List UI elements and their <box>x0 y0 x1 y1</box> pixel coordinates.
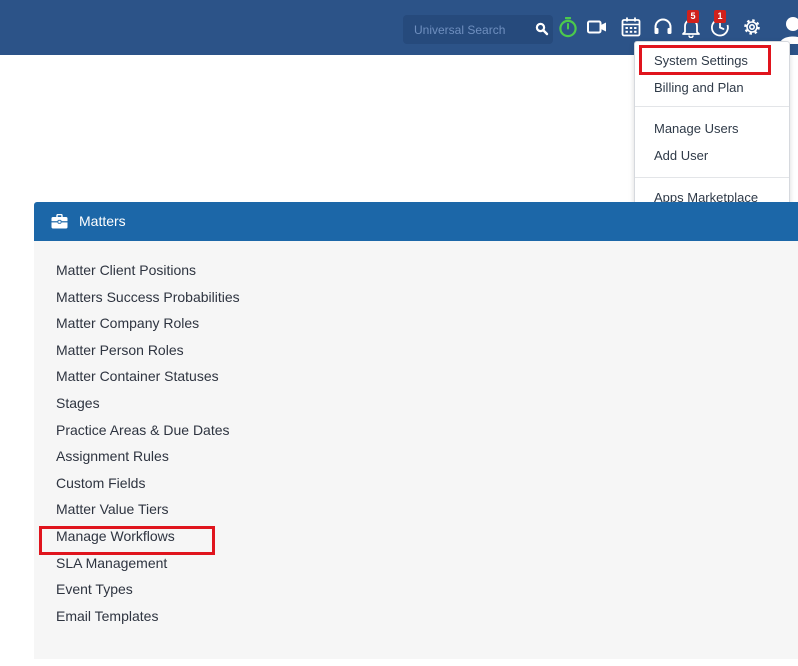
link-matter-container-statuses[interactable]: Matter Container Statuses <box>56 368 240 395</box>
universal-search <box>403 15 553 44</box>
headset-icon[interactable] <box>652 16 674 38</box>
link-stages[interactable]: Stages <box>56 395 240 422</box>
gear-icon[interactable] <box>741 16 763 38</box>
link-matter-person-roles[interactable]: Matter Person Roles <box>56 342 240 369</box>
avatar-icon[interactable] <box>779 14 798 44</box>
link-event-types[interactable]: Event Types <box>56 581 240 608</box>
matters-panel-body: Matter Client Positions Matters Success … <box>34 241 798 659</box>
timer-icon[interactable] <box>557 16 579 38</box>
link-custom-fields[interactable]: Custom Fields <box>56 475 240 502</box>
menu-item-add-user[interactable]: Add User <box>654 148 708 163</box>
menu-item-system-settings[interactable]: System Settings <box>654 53 748 68</box>
link-email-templates[interactable]: Email Templates <box>56 608 240 635</box>
link-matters-success-probabilities[interactable]: Matters Success Probabilities <box>56 289 240 316</box>
menu-item-billing-and-plan[interactable]: Billing and Plan <box>654 80 744 95</box>
search-icon[interactable] <box>535 22 549 36</box>
matters-settings-list: Matter Client Positions Matters Success … <box>56 262 240 634</box>
menu-item-manage-users[interactable]: Manage Users <box>654 121 739 136</box>
video-icon[interactable] <box>586 16 608 38</box>
search-input[interactable] <box>403 15 529 44</box>
notification-count-badge: 5 <box>687 10 699 23</box>
menu-divider <box>635 106 789 107</box>
settings-dropdown-menu: System Settings Billing and Plan Manage … <box>634 41 790 216</box>
link-matter-client-positions[interactable]: Matter Client Positions <box>56 262 240 289</box>
link-assignment-rules[interactable]: Assignment Rules <box>56 448 240 475</box>
link-practice-areas-due-dates[interactable]: Practice Areas & Due Dates <box>56 422 240 449</box>
link-matter-company-roles[interactable]: Matter Company Roles <box>56 315 240 342</box>
matters-panel-header: Matters <box>34 202 798 241</box>
link-matter-value-tiers[interactable]: Matter Value Tiers <box>56 501 240 528</box>
menu-divider <box>635 177 789 178</box>
calendar-icon[interactable] <box>620 16 642 38</box>
matters-panel-title: Matters <box>79 213 126 229</box>
link-manage-workflows[interactable]: Manage Workflows <box>56 528 240 555</box>
link-sla-management[interactable]: SLA Management <box>56 555 240 582</box>
briefcase-icon <box>51 214 68 229</box>
reminder-count-badge: 1 <box>714 10 726 23</box>
